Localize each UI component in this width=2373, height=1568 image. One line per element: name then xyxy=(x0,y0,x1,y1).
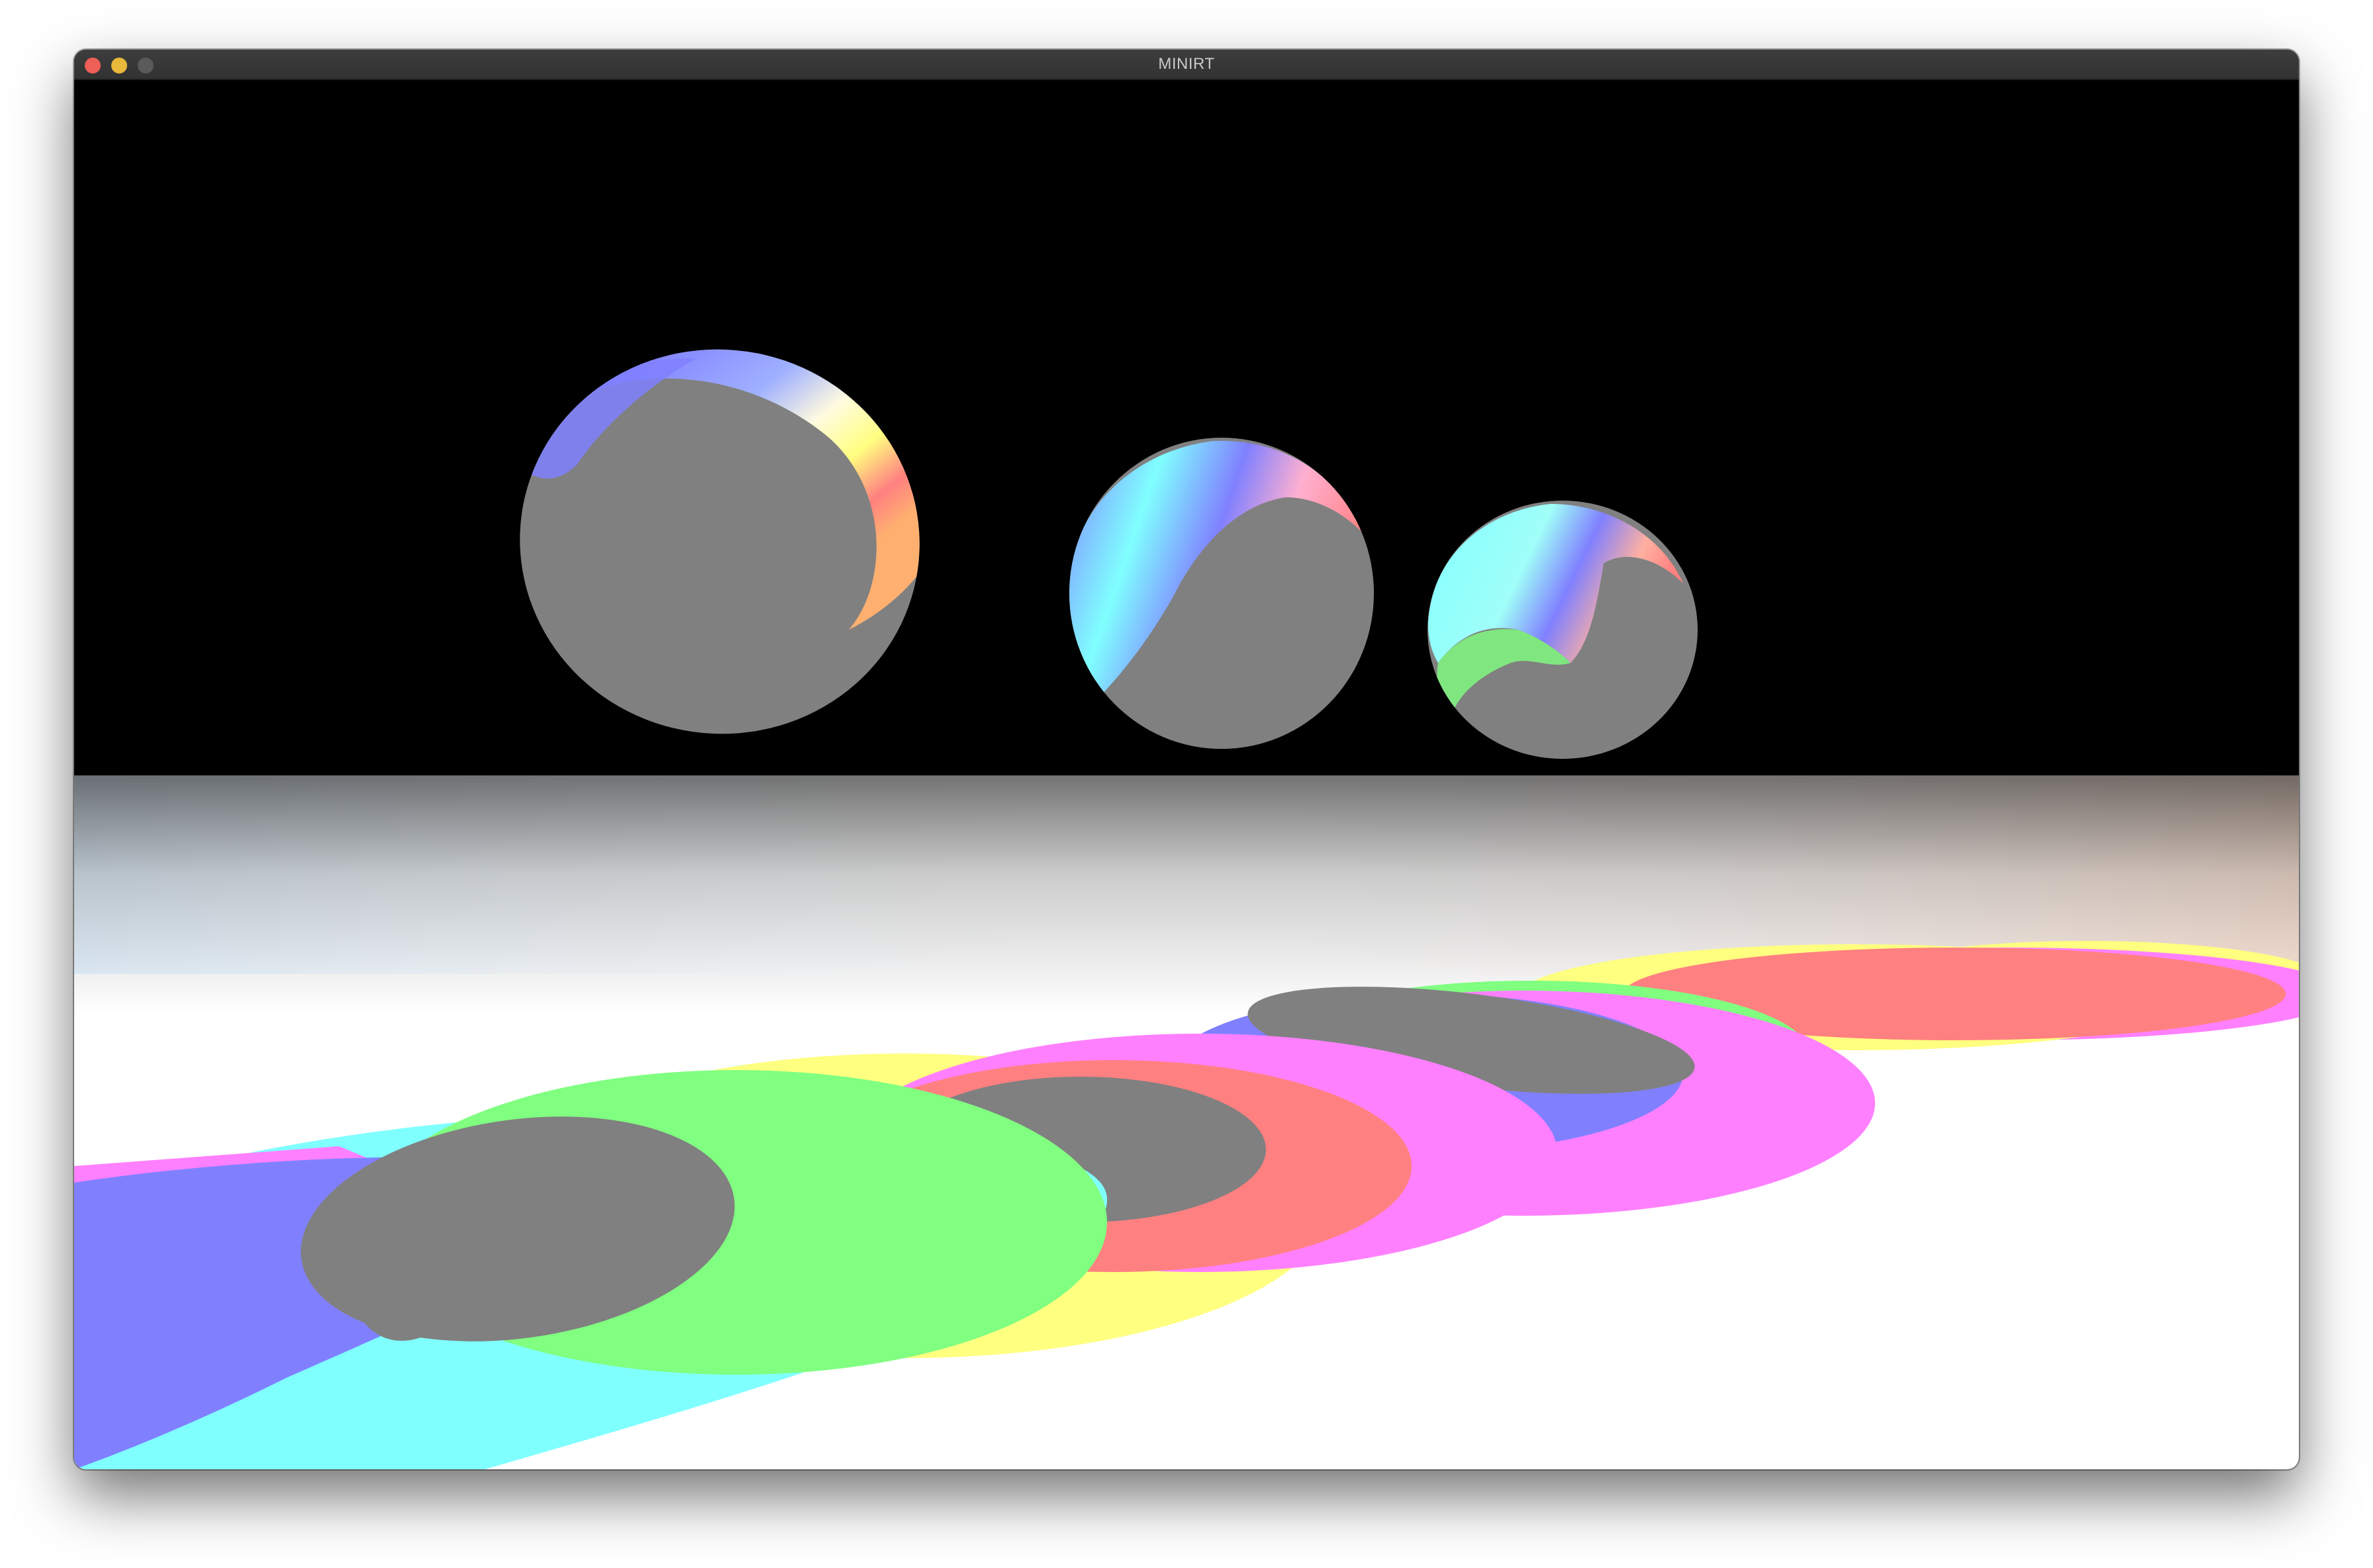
minirt-window: MINIRT xyxy=(74,50,2299,1469)
window-title: MINIRT xyxy=(1158,55,1215,73)
rendered-scene xyxy=(74,80,2299,1469)
title-bar[interactable]: MINIRT xyxy=(74,50,2299,80)
render-viewport xyxy=(74,80,2299,1469)
